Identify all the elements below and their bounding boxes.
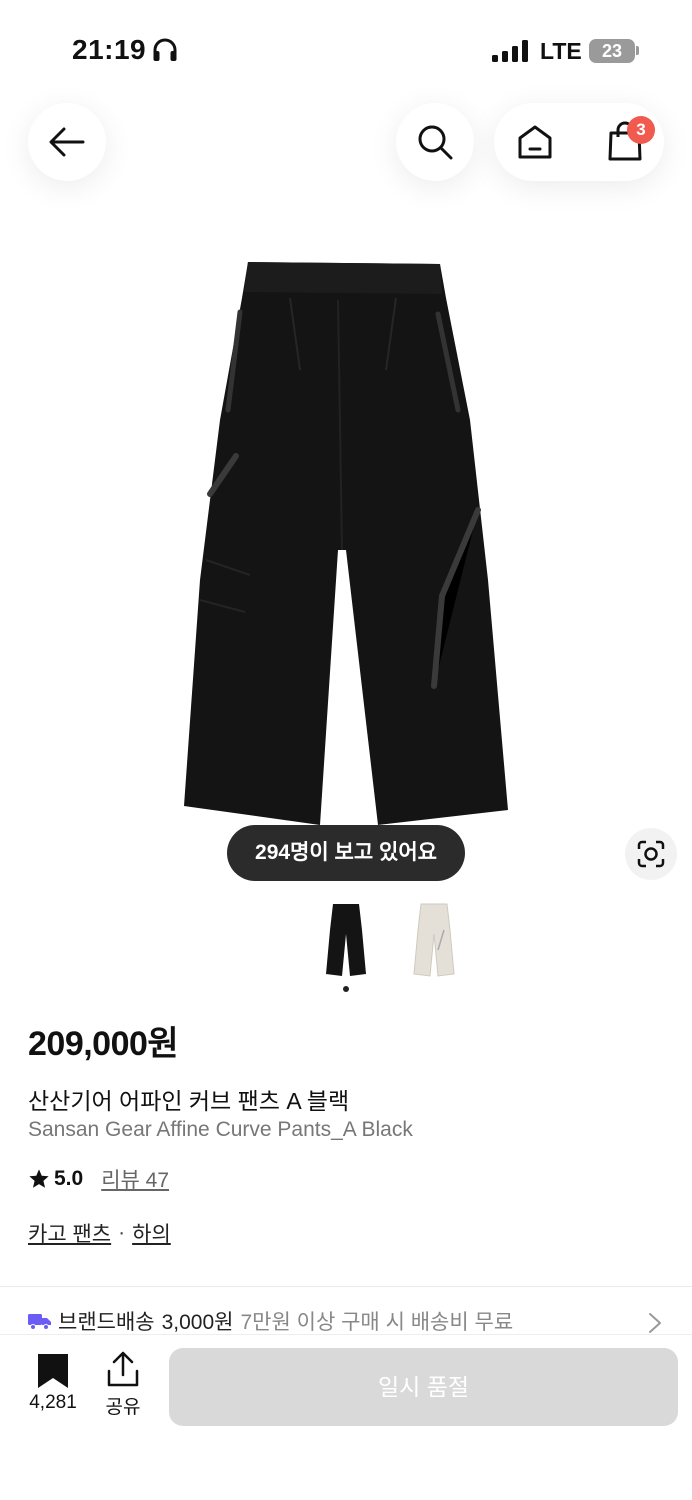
- category-breadcrumb: 카고 팬츠 · 하의: [28, 1218, 171, 1248]
- network-type: LTE: [540, 38, 582, 64]
- cart-count-badge: 3: [627, 116, 655, 144]
- status-bar: 21:19 LTE 23: [0, 0, 692, 100]
- home-button[interactable]: [515, 120, 555, 164]
- shipping-info-row[interactable]: 브랜드배송 3,000원 7만원 이상 구매 시 배송비 무료: [28, 1304, 668, 1338]
- signal-icon: [492, 40, 528, 62]
- chevron-right-icon: [649, 1313, 661, 1333]
- viewers-badge: 294명이 보고 있어요: [227, 825, 465, 881]
- thumbnail-black[interactable]: [324, 900, 368, 980]
- bookmark-icon[interactable]: [37, 1353, 69, 1389]
- carousel-indicator: [343, 986, 349, 992]
- battery-indicator: 23: [589, 39, 635, 63]
- category-separator: ·: [118, 1221, 126, 1244]
- shipping-note: 7만원 이상 구매 시 배송비 무료: [240, 1311, 514, 1334]
- shipping-title: 브랜드배송: [58, 1311, 155, 1334]
- product-image[interactable]: [170, 250, 522, 830]
- product-name-english: Sansan Gear Affine Curve Pants_A Black: [28, 1118, 413, 1141]
- product-name-korean: 산산기어 어파인 커브 팬츠 A 블랙: [28, 1088, 350, 1114]
- truck-icon: [28, 1314, 51, 1330]
- rating-value: 5.0: [54, 1167, 84, 1190]
- status-time: 21:19: [72, 34, 147, 65]
- battery-tip: [636, 46, 639, 55]
- thumbnail-ivory[interactable]: [412, 900, 456, 980]
- rating-row: 5.0 리뷰 47: [28, 1164, 169, 1194]
- sold-out-button[interactable]: 일시 품절: [169, 1348, 678, 1426]
- share-label: 공유: [105, 1397, 141, 1418]
- shipping-fee: 3,000원: [161, 1311, 234, 1334]
- share-icon[interactable]: [106, 1351, 140, 1387]
- headphones-icon: [153, 38, 177, 61]
- search-button[interactable]: [396, 103, 474, 181]
- bookmark-count: 4,281: [29, 1392, 77, 1413]
- star-icon: [29, 1169, 49, 1188]
- review-link[interactable]: 리뷰 47: [101, 1164, 169, 1194]
- lens-icon: [637, 840, 665, 868]
- arrow-left-icon: [49, 127, 85, 157]
- search-icon: [418, 125, 453, 160]
- home-icon: [518, 125, 552, 159]
- section-divider: [0, 1286, 692, 1287]
- back-button[interactable]: [28, 103, 106, 181]
- parent-category-link[interactable]: 하의: [132, 1218, 171, 1248]
- product-price: 209,000원: [28, 1025, 179, 1063]
- visual-search-button[interactable]: [625, 828, 677, 880]
- category-link[interactable]: 카고 팬츠: [28, 1218, 111, 1248]
